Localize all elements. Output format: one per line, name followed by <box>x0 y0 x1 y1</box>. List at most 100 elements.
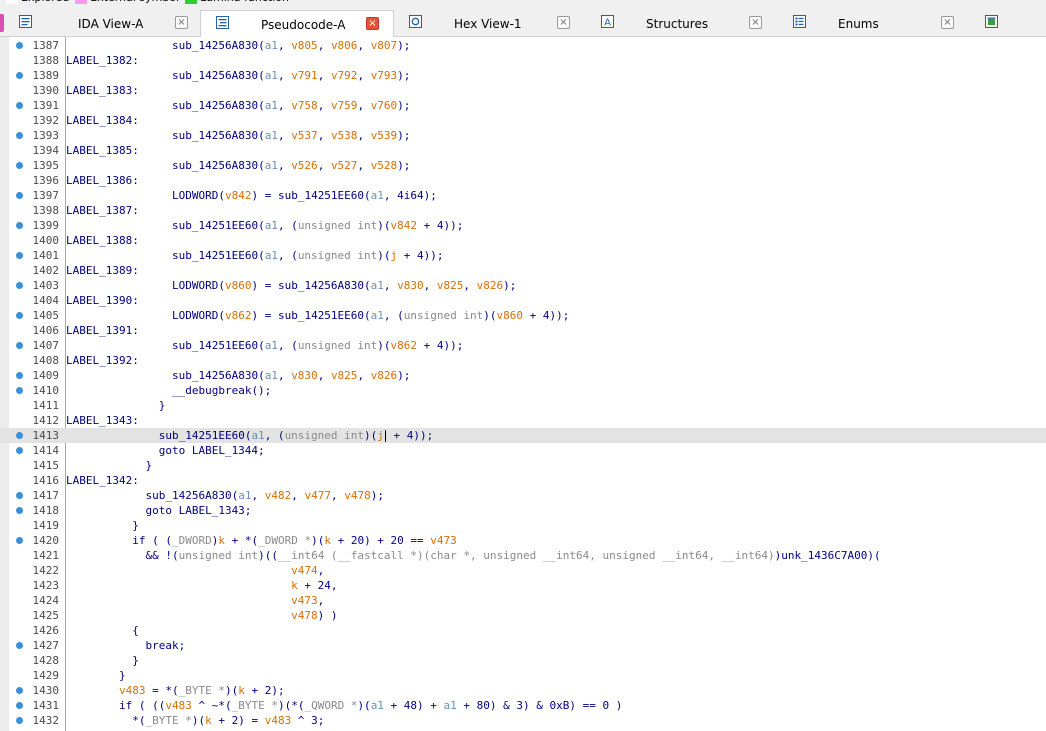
breakpoint-dot-icon[interactable] <box>16 102 23 109</box>
breakpoint-dot-icon[interactable] <box>16 342 23 349</box>
code-line[interactable]: 1425 v478) ) <box>0 608 1046 623</box>
breakpoint-dot-icon[interactable] <box>16 72 23 79</box>
code-line[interactable]: 1427 break; <box>0 638 1046 653</box>
code-token: + 2) = <box>211 714 265 727</box>
code-line[interactable]: 1422 v474, <box>0 563 1046 578</box>
code-line[interactable]: 1419 } <box>0 518 1046 533</box>
code-line[interactable]: 1432 *(_BYTE *)(k + 2) = v483 ^ 3; <box>0 713 1046 728</box>
code-line[interactable]: 1403 LODWORD(v860) = sub_14256A830(a1, v… <box>0 278 1046 293</box>
breakpoint-dot-icon[interactable] <box>16 132 23 139</box>
breakpoint-dot-icon[interactable] <box>16 42 23 49</box>
tab-close-icon[interactable]: × <box>175 16 188 29</box>
code-line[interactable]: 1415 } <box>0 458 1046 473</box>
line-number: 1432 <box>32 714 60 727</box>
line-number: 1414 <box>32 444 60 457</box>
code-line[interactable]: 1395 sub_14256A830(a1, v526, v527, v528)… <box>0 158 1046 173</box>
code-line[interactable]: 1420 if ( (_DWORD)k + *(_DWORD *)(k + 20… <box>0 533 1046 548</box>
code-token: } <box>66 459 153 472</box>
code-line[interactable]: 1413 sub_14251EE60(a1, (unsigned int)(j … <box>0 428 1046 443</box>
tab-structures[interactable]: A Structures × <box>586 10 778 37</box>
code-token: LABEL_1388: <box>66 234 139 247</box>
code-line[interactable]: 1389 sub_14256A830(a1, v791, v792, v793)… <box>0 68 1046 83</box>
code-token: a1 <box>238 489 252 502</box>
code-token: _QWORD * <box>304 699 358 712</box>
line-number: 1397 <box>32 189 60 202</box>
code-line[interactable]: 1411 } <box>0 398 1046 413</box>
tab-extra[interactable] <box>970 10 1046 37</box>
breakpoint-dot-icon[interactable] <box>16 507 23 514</box>
code-line[interactable]: 1394 LABEL_1385: <box>0 143 1046 158</box>
breakpoint-dot-icon[interactable] <box>16 282 23 289</box>
breakpoint-dot-icon[interactable] <box>16 702 23 709</box>
code-token: LABEL_1392: <box>66 354 139 367</box>
code-line[interactable]: 1406 LABEL_1391: <box>0 323 1046 338</box>
breakpoint-dot-icon[interactable] <box>16 432 23 439</box>
breakpoint-dot-icon[interactable] <box>16 162 23 169</box>
line-number: 1406 <box>32 324 60 337</box>
code-line[interactable]: 1416 LABEL_1342: <box>0 473 1046 488</box>
tab-close-icon[interactable]: × <box>749 16 762 29</box>
tab-hex-view-1[interactable]: Hex View-1 × <box>394 10 586 37</box>
code-line[interactable]: 1391 sub_14256A830(a1, v758, v759, v760)… <box>0 98 1046 113</box>
line-number: 1402 <box>32 264 60 277</box>
code-line[interactable]: 1428 } <box>0 653 1046 668</box>
breakpoint-dot-icon[interactable] <box>16 222 23 229</box>
code-line[interactable]: 1424 v473, <box>0 593 1046 608</box>
code-line[interactable]: 1388 LABEL_1382: <box>0 53 1046 68</box>
code-line[interactable]: 1423 k + 24, <box>0 578 1046 593</box>
code-token: v842 <box>390 219 418 232</box>
code-line[interactable]: 1400 LABEL_1388: <box>0 233 1046 248</box>
tab-ida-view-a[interactable]: IDA View-A × <box>4 10 200 37</box>
code-line[interactable]: 1418 goto LABEL_1343; <box>0 503 1046 518</box>
code-line[interactable]: 1405 LODWORD(v862) = sub_14251EE60(a1, (… <box>0 308 1046 323</box>
code-line[interactable]: 1401 sub_14251EE60(a1, (unsigned int)(j … <box>0 248 1046 263</box>
breakpoint-dot-icon[interactable] <box>16 717 23 724</box>
code-line[interactable]: 1390 LABEL_1383: <box>0 83 1046 98</box>
code-line[interactable]: 1408 LABEL_1392: <box>0 353 1046 368</box>
code-line[interactable]: 1417 sub_14256A830(a1, v482, v477, v478)… <box>0 488 1046 503</box>
code-line[interactable]: 1402 LABEL_1389: <box>0 263 1046 278</box>
code-text: LABEL_1387: <box>66 203 139 218</box>
code-token: goto LABEL_1344; <box>66 444 265 457</box>
code-line[interactable]: 1421 && !(unsigned int)((__int64 (__fast… <box>0 548 1046 563</box>
code-line[interactable]: 1404 LABEL_1390: <box>0 293 1046 308</box>
breakpoint-dot-icon[interactable] <box>16 492 23 499</box>
left-panel-tab[interactable] <box>0 14 4 32</box>
code-line[interactable]: 1396 LABEL_1386: <box>0 173 1046 188</box>
code-line[interactable]: 1392 LABEL_1384: <box>0 113 1046 128</box>
code-line[interactable]: 1431 if ( ((v483 ^ ~*(_BYTE *)(*(_QWORD … <box>0 698 1046 713</box>
code-token: , <box>277 69 292 82</box>
tab-pseudocode-a[interactable]: Pseudocode-A × <box>200 10 394 37</box>
breakpoint-dot-icon[interactable] <box>16 642 23 649</box>
code-line[interactable]: 1410 __debugbreak(); <box>0 383 1046 398</box>
code-line[interactable]: 1429 } <box>0 668 1046 683</box>
breakpoint-dot-icon[interactable] <box>16 447 23 454</box>
code-line[interactable]: 1412 LABEL_1343: <box>0 413 1046 428</box>
code-line[interactable]: 1393 sub_14256A830(a1, v537, v538, v539)… <box>0 128 1046 143</box>
code-line[interactable]: 1387 sub_14256A830(a1, v805, v806, v807)… <box>0 38 1046 53</box>
breakpoint-dot-icon[interactable] <box>16 537 23 544</box>
tab-close-icon[interactable]: × <box>366 17 379 30</box>
tab-close-icon[interactable]: × <box>941 16 954 29</box>
tab-close-icon[interactable]: × <box>557 16 570 29</box>
code-line[interactable]: 1397 LODWORD(v842) = sub_14251EE60(a1, 4… <box>0 188 1046 203</box>
code-line[interactable]: 1414 goto LABEL_1344; <box>0 443 1046 458</box>
breakpoint-dot-icon[interactable] <box>16 312 23 319</box>
code-line[interactable]: 1426 { <box>0 623 1046 638</box>
code-line[interactable]: 1407 sub_14251EE60(a1, (unsigned int)(v8… <box>0 338 1046 353</box>
code-token: , <box>357 39 371 52</box>
code-line[interactable]: 1409 sub_14256A830(a1, v830, v825, v826)… <box>0 368 1046 383</box>
breakpoint-dot-icon[interactable] <box>16 372 23 379</box>
tab-enums[interactable]: Enums × <box>778 10 970 37</box>
breakpoint-dot-icon[interactable] <box>16 192 23 199</box>
pseudocode-view[interactable]: 1387 sub_14256A830(a1, v805, v806, v807)… <box>0 37 1046 731</box>
code-token: goto LABEL_1343; <box>66 504 252 517</box>
code-line[interactable]: 1430 v483 = *(_BYTE *)(k + 2); <box>0 683 1046 698</box>
breakpoint-dot-icon[interactable] <box>16 252 23 259</box>
code-line[interactable]: 1398 LABEL_1387: <box>0 203 1046 218</box>
code-line[interactable]: 1399 sub_14251EE60(a1, (unsigned int)(v8… <box>0 218 1046 233</box>
breakpoint-dot-icon[interactable] <box>16 687 23 694</box>
breakpoint-dot-icon[interactable] <box>16 387 23 394</box>
